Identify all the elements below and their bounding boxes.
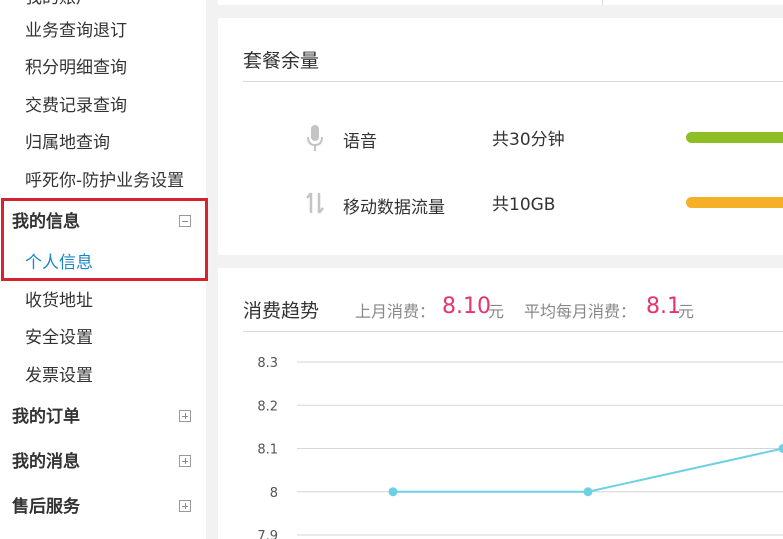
data-usage-bar (686, 197, 783, 208)
trend-title: 消费趋势 (243, 300, 320, 322)
sidebar-item-my-account[interactable]: 我的账户 (25, 0, 93, 8)
voice-total: 共30分钟 (492, 130, 565, 150)
y-tick-label: 8.3 (257, 356, 278, 371)
package-balance-title: 套餐余量 (243, 50, 320, 72)
sidebar-item-business-query[interactable]: 业务查询退订 (25, 21, 127, 41)
sidebar-item-payment-records[interactable]: 交费记录查询 (25, 96, 127, 116)
expand-icon[interactable] (179, 410, 191, 422)
sidebar-item-personal-info[interactable]: 个人信息 (25, 253, 93, 273)
previous-panel-edge (218, 0, 783, 5)
sidebar-item-call-protection[interactable]: 呼死你-防护业务设置 (25, 171, 184, 191)
sidebar-item-points-detail[interactable]: 积分明细查询 (25, 58, 127, 78)
sidebar: 我的账户 业务查询退订 积分明细查询 交费记录查询 归属地查询 呼死你-防护业务… (0, 0, 206, 539)
microphone-icon (307, 125, 323, 151)
last-month-unit: 元 (488, 302, 505, 321)
y-tick-label: 8 (270, 486, 278, 501)
avg-month-label: 平均每月消费： (524, 302, 637, 321)
data-point[interactable] (583, 487, 593, 497)
divider (243, 81, 783, 82)
avg-month-value: 8.1 (646, 294, 681, 319)
sidebar-section-after-sales[interactable]: 售后服务 (12, 497, 80, 517)
y-tick-label: 7.9 (257, 529, 278, 539)
data-total: 共10GB (492, 195, 556, 215)
voice-label: 语音 (343, 132, 377, 152)
voice-usage-bar (686, 132, 783, 143)
avg-month-unit: 元 (678, 302, 695, 321)
series-line (393, 447, 783, 493)
divider (602, 0, 603, 5)
y-tick-label: 8.2 (257, 399, 278, 414)
expand-icon[interactable] (179, 455, 191, 467)
sidebar-item-location-query[interactable]: 归属地查询 (25, 133, 110, 153)
data-label: 移动数据流量 (343, 198, 445, 218)
data-transfer-icon (306, 192, 324, 214)
sidebar-item-shipping-address[interactable]: 收货地址 (25, 291, 93, 311)
divider (243, 331, 783, 332)
expand-icon[interactable] (179, 500, 191, 512)
y-tick-label: 8.1 (257, 443, 278, 458)
package-balance-panel: 套餐余量 语音 共30分钟 移动数据流量 共10GB (218, 18, 783, 255)
consumption-trend-panel: 消费趋势 上月消费： 8.10 元 平均每月消费： 8.1 元 8.3 8.2 8.… (218, 268, 783, 539)
sidebar-section-my-info[interactable]: 我的信息 (12, 212, 80, 232)
data-point[interactable] (778, 444, 783, 453)
trend-line-chart: 8.3 8.2 8.1 8 7.9 (257, 356, 783, 539)
last-month-value: 8.10 (442, 294, 491, 319)
sidebar-section-my-messages[interactable]: 我的消息 (12, 452, 80, 472)
sidebar-item-security-settings[interactable]: 安全设置 (25, 328, 93, 348)
sidebar-item-invoice-settings[interactable]: 发票设置 (25, 366, 93, 386)
data-point[interactable] (388, 487, 398, 497)
last-month-label: 上月消费： (355, 302, 436, 321)
collapse-icon[interactable] (179, 215, 191, 227)
sidebar-section-my-orders[interactable]: 我的订单 (12, 407, 80, 427)
